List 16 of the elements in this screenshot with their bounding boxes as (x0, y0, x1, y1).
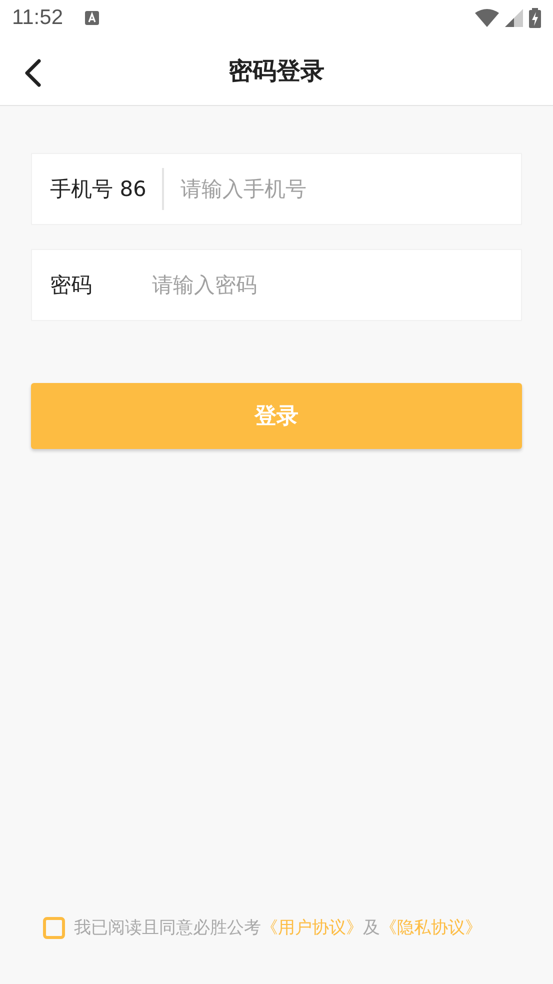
battery-icon (529, 8, 541, 28)
password-label: 密码 (50, 272, 93, 299)
agreement-link[interactable]: 《隐私协议》 (380, 918, 482, 938)
signal-icon (505, 9, 523, 27)
agreement-link[interactable]: 《用户协议》 (261, 918, 363, 938)
password-input[interactable]: 请输入密码 (152, 273, 503, 297)
phone-input[interactable]: 请输入手机号 (180, 177, 503, 201)
phone-label: 手机号 86 (50, 168, 164, 210)
wifi-icon (475, 9, 499, 27)
notification-icon (85, 11, 99, 25)
login-button[interactable]: 登录 (31, 383, 522, 449)
page-title: 密码登录 (228, 56, 324, 86)
status-time: 11:52 (12, 6, 63, 30)
agreement-text: 我已阅读且同意必胜公考《用户协议》及《隐私协议》 (74, 917, 482, 939)
agreement-checkbox[interactable] (43, 916, 65, 938)
back-icon[interactable] (22, 58, 44, 88)
